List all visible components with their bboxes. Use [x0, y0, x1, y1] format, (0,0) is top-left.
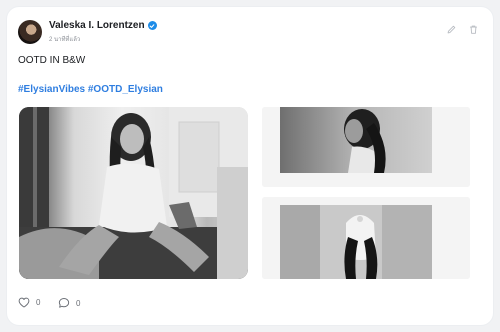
- author-row: Valeska I. Lorentzen: [49, 20, 157, 31]
- post-timestamp: 2 นาทีที่แล้ว: [49, 37, 81, 43]
- delete-button[interactable]: [467, 23, 479, 35]
- like-count: 0: [36, 298, 41, 307]
- trash-icon: [469, 25, 477, 34]
- like-button[interactable]: 0: [18, 297, 40, 308]
- post-text: OOTD IN B&W: [18, 55, 86, 66]
- post-card: Valeska I. Lorentzen 2 นาทีที่แล้ว OOTD …: [7, 7, 493, 325]
- author-name[interactable]: Valeska I. Lorentzen: [49, 20, 145, 31]
- post-photo-2[interactable]: [262, 107, 470, 187]
- verified-badge-icon: [147, 21, 157, 30]
- comment-count: 0: [76, 298, 81, 308]
- pencil-icon: [447, 25, 455, 33]
- comment-button[interactable]: 0: [58, 297, 80, 309]
- hashtags: #ElysianVibes #OOTD_Elysian: [18, 84, 163, 95]
- hashtag-link[interactable]: #ElysianVibes: [18, 84, 85, 95]
- comment-bubble-icon: [58, 298, 70, 308]
- photo-1-image: [19, 107, 248, 279]
- edit-button[interactable]: [445, 23, 457, 35]
- hashtag-link[interactable]: #OOTD_Elysian: [88, 84, 163, 95]
- post-photo-1[interactable]: [19, 107, 248, 279]
- photo-2-image: [262, 107, 470, 187]
- author-avatar[interactable]: [18, 20, 42, 44]
- post-photo-3[interactable]: [262, 197, 470, 279]
- photo-3-image: [262, 197, 470, 279]
- heart-icon: [18, 297, 30, 308]
